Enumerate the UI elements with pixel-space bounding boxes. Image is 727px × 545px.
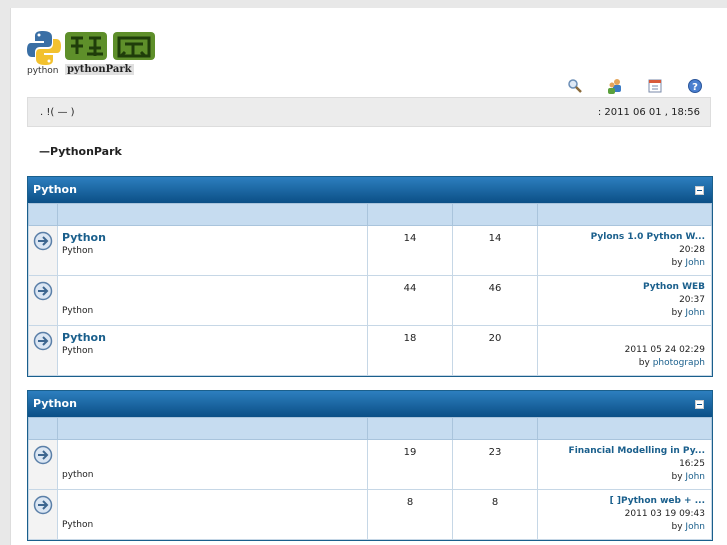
table-subheader — [28, 203, 712, 226]
logo-mark-icon — [65, 32, 155, 60]
header-toolbar: ? — [567, 78, 703, 94]
collapse-icon[interactable] — [695, 400, 704, 409]
welcome-text: —PythonPark — [39, 145, 122, 158]
forum-table: Python Python 14 14 Pylons 1.0 Python W..… — [28, 203, 712, 376]
breadcrumb-bar: . !( — ) : 2011 06 01 , 18:56 — [27, 97, 711, 127]
users-icon[interactable] — [607, 78, 623, 94]
posts-count: 8 — [452, 489, 538, 540]
topics-count: 14 — [367, 225, 453, 276]
forum-status-icon — [33, 231, 53, 251]
forum-name[interactable]: Python — [62, 231, 363, 245]
table-subheader — [28, 417, 712, 440]
last-post-time: 20:37 — [679, 295, 705, 305]
by-label: by — [638, 358, 650, 368]
topics-count: 19 — [367, 439, 453, 490]
last-post-time: 20:28 — [679, 245, 705, 255]
page: python pythonPark ? . !( — ) : 2011 06 0… — [10, 8, 727, 545]
forum-name[interactable] — [62, 495, 363, 509]
last-post-user[interactable]: John — [685, 472, 705, 482]
by-label: by — [671, 258, 683, 268]
python-logo-icon — [27, 31, 61, 65]
topics-count: 44 — [367, 275, 453, 326]
forum-category: Python Python Python 14 14 Pylons 1.0 Pyt… — [27, 176, 713, 377]
forum-status-icon — [33, 331, 53, 351]
forum-name[interactable] — [62, 445, 363, 459]
forum-status-icon — [33, 445, 53, 465]
table-row: python 19 23 Financial Modelling in Py..… — [28, 439, 712, 490]
by-label: by — [671, 308, 683, 318]
last-post-user[interactable]: John — [685, 308, 705, 318]
forum-status-icon — [33, 281, 53, 301]
last-post-title[interactable]: [ ]Python web + ... — [544, 495, 705, 508]
last-post-user[interactable]: John — [685, 522, 705, 532]
last-post-time: 2011 05 24 02:29 — [624, 345, 705, 355]
forum-name[interactable]: Python — [62, 331, 363, 345]
table-row: Python Python 14 14 Pylons 1.0 Python W..… — [28, 225, 712, 276]
by-label: by — [671, 472, 683, 482]
posts-count: 23 — [452, 439, 538, 490]
current-time: : 2011 06 01 , 18:56 — [597, 107, 700, 118]
forum-table: python 19 23 Financial Modelling in Py..… — [28, 417, 712, 540]
last-post-title[interactable]: Financial Modelling in Py... — [544, 445, 705, 458]
site-logo[interactable]: python pythonPark — [27, 28, 157, 84]
forum-desc: Python — [62, 520, 94, 530]
logo-label-python: python — [27, 66, 59, 76]
forum-name[interactable] — [62, 281, 363, 295]
last-post-title[interactable]: Python WEB — [544, 281, 705, 294]
last-post-time: 16:25 — [679, 459, 705, 469]
last-post-title[interactable] — [544, 331, 705, 344]
posts-count: 14 — [452, 225, 538, 276]
logo-label-park: pythonPark — [65, 64, 134, 75]
topics-count: 8 — [367, 489, 453, 540]
forum-desc: Python — [62, 306, 94, 316]
category-header: Python — [28, 177, 712, 203]
forum-desc: python — [62, 470, 94, 480]
last-post-title[interactable]: Pylons 1.0 Python W... — [544, 231, 705, 244]
breadcrumb[interactable]: . !( — ) — [40, 107, 75, 118]
last-post-user[interactable]: John — [685, 258, 705, 268]
posts-count: 46 — [452, 275, 538, 326]
posts-count: 20 — [452, 325, 538, 376]
topics-count: 18 — [367, 325, 453, 376]
forum-category: Python python 19 23 Financial Modelling … — [27, 390, 713, 541]
table-row: Python 44 46 Python WEB 20:37 by John — [28, 275, 712, 326]
table-row: Python 8 8 [ ]Python web + ... 2011 03 19… — [28, 489, 712, 540]
collapse-icon[interactable] — [695, 186, 704, 195]
search-icon[interactable] — [567, 78, 583, 94]
help-icon[interactable]: ? — [687, 78, 703, 94]
forum-desc: Python — [62, 246, 94, 256]
by-label: by — [671, 522, 683, 532]
table-row: Python Python 18 20 2011 05 24 02:29 by ph… — [28, 325, 712, 376]
category-header: Python — [28, 391, 712, 417]
last-post-time: 2011 03 19 09:43 — [624, 509, 705, 519]
category-title[interactable]: Python — [33, 183, 77, 196]
forum-desc: Python — [62, 346, 94, 356]
calendar-icon[interactable] — [647, 78, 663, 94]
svg-text:?: ? — [692, 82, 698, 93]
category-title[interactable]: Python — [33, 397, 77, 410]
forum-status-icon — [33, 495, 53, 515]
last-post-user[interactable]: photograph — [653, 358, 705, 368]
